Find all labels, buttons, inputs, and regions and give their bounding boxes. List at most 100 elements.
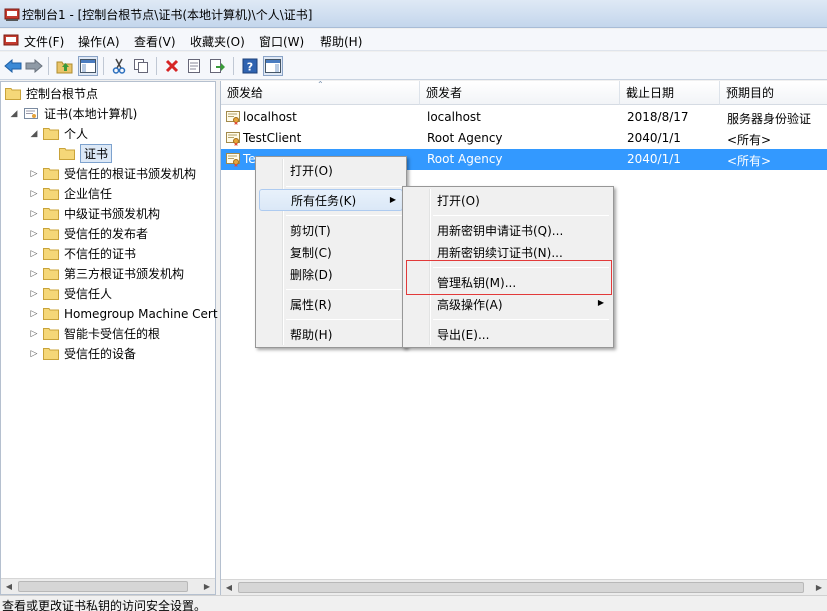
expand-arrow-icon[interactable]: ▷ <box>29 349 39 359</box>
forward-icon[interactable] <box>24 56 44 76</box>
list-horizontal-scrollbar[interactable]: ◀ ▶ <box>221 579 827 595</box>
tree-node-trusted-root-ca[interactable]: ▷ 受信任的根证书颁发机构 <box>29 164 196 183</box>
tree-node-personal[interactable]: ◢ 个人 <box>29 124 88 143</box>
tree-node-third-party-root-ca[interactable]: ▷ 第三方根证书颁发机构 <box>29 264 184 283</box>
cell-issued-by: localhost <box>427 110 481 124</box>
menu-window[interactable]: 窗口(W) <box>259 33 304 50</box>
cell-issued-to: Te <box>243 152 256 166</box>
certificate-row[interactable]: localhost localhost 2018/8/17 服务器身份验证 <box>221 107 827 128</box>
context-menu-delete[interactable]: 删除(D) <box>259 263 403 285</box>
menu-file[interactable]: 文件(F) <box>24 33 64 50</box>
export-icon[interactable] <box>207 56 227 76</box>
submenu-export[interactable]: 导出(E)... <box>406 323 610 345</box>
expand-arrow-icon[interactable]: ▷ <box>29 289 39 299</box>
folder-icon <box>43 268 59 280</box>
tree-horizontal-scrollbar[interactable]: ◀ ▶ <box>1 578 215 594</box>
tree-node-untrusted-certificates[interactable]: ▷ 不信任的证书 <box>29 244 136 263</box>
folder-icon <box>5 88 21 100</box>
menu-action[interactable]: 操作(A) <box>78 33 120 50</box>
toolbar-separator <box>156 57 157 75</box>
cell-issued-to: TestClient <box>243 131 302 145</box>
expand-arrow-icon[interactable]: ▷ <box>29 309 39 319</box>
submenu-request-with-new-key[interactable]: 用新密钥申请证书(Q)... <box>406 219 610 241</box>
collapse-arrow-icon[interactable]: ◢ <box>9 109 19 119</box>
up-folder-icon[interactable] <box>55 56 75 76</box>
show-tree-icon[interactable] <box>78 56 98 76</box>
tree-node-trusted-publishers[interactable]: ▷ 受信任的发布者 <box>29 224 148 243</box>
folder-open-icon <box>43 128 59 140</box>
context-menu-cut[interactable]: 剪切(T) <box>259 219 403 241</box>
tree-node-personal-certificates[interactable]: 证书 <box>59 144 113 163</box>
expand-arrow-icon[interactable]: ▷ <box>29 189 39 199</box>
context-menu: 打开(O) 所有任务(K) ▶ 剪切(T) 复制(C) 删除(D) 属性(R) … <box>255 156 407 348</box>
mmc-menu-icon[interactable] <box>3 32 19 48</box>
tree-node-trusted-devices[interactable]: ▷ 受信任的设备 <box>29 344 136 363</box>
expand-arrow-icon[interactable]: ▷ <box>29 209 39 219</box>
console-tree-pane: 控制台根节点 ◢ 证书(本地计算机) ◢ 个人 证书 ▷ 受信任的根证书颁发机构… <box>0 81 218 595</box>
collapse-arrow-icon[interactable]: ◢ <box>29 129 39 139</box>
column-header-issued-to[interactable]: 颁发给 ⌃ <box>221 80 420 105</box>
scroll-left-icon[interactable]: ◀ <box>1 579 17 594</box>
folder-icon <box>43 208 59 220</box>
expand-arrow-icon[interactable]: ▷ <box>29 329 39 339</box>
action-pane-icon[interactable] <box>263 56 283 76</box>
submenu-arrow-icon: ▶ <box>389 195 396 204</box>
folder-icon <box>43 308 59 320</box>
menu-help[interactable]: 帮助(H) <box>320 33 362 50</box>
context-menu-all-tasks[interactable]: 所有任务(K) ▶ <box>259 189 403 211</box>
cut-icon[interactable] <box>109 56 129 76</box>
tree-node-label: 控制台根节点 <box>26 87 99 101</box>
mmc-app-icon <box>4 8 20 21</box>
scroll-right-icon[interactable]: ▶ <box>199 579 215 594</box>
copy-icon[interactable] <box>131 56 151 76</box>
menu-separator <box>286 319 402 320</box>
menu-favorites[interactable]: 收藏夹(O) <box>190 33 245 50</box>
menu-item-label: 用新密钥申请证书(Q)... <box>437 223 564 238</box>
tree-node-intermediate-ca[interactable]: ▷ 中级证书颁发机构 <box>29 204 160 223</box>
expand-arrow-icon[interactable]: ▷ <box>29 169 39 179</box>
context-menu-copy[interactable]: 复制(C) <box>259 241 403 263</box>
tree-node-enterprise-trust[interactable]: ▷ 企业信任 <box>29 184 112 203</box>
tree-node-label: 证书(本地计算机) <box>44 107 138 121</box>
menu-item-label: 导出(E)... <box>437 327 490 342</box>
context-menu-properties[interactable]: 属性(R) <box>259 293 403 315</box>
expand-arrow-icon[interactable]: ▷ <box>29 269 39 279</box>
column-header-expiration-date[interactable]: 截止日期 <box>620 81 720 105</box>
tree-node-smartcard-trusted-root[interactable]: ▷ 智能卡受信任的根 <box>29 324 160 343</box>
context-menu-open[interactable]: 打开(O) <box>259 159 403 181</box>
expand-arrow-icon[interactable]: ▷ <box>29 229 39 239</box>
scrollbar-thumb[interactable] <box>18 581 188 592</box>
cell-intended-purposes: <所有> <box>727 154 772 168</box>
column-header-issued-by[interactable]: 颁发者 <box>420 81 620 105</box>
scrollbar-thumb[interactable] <box>238 582 804 593</box>
menu-item-label: 剪切(T) <box>290 223 331 238</box>
certificate-row[interactable]: TestClient Root Agency 2040/1/1 <所有> <box>221 128 827 149</box>
column-header-intended-purposes[interactable]: 预期目的 <box>720 81 827 105</box>
submenu-advanced-operations[interactable]: 高级操作(A) ▶ <box>406 293 610 315</box>
menu-view[interactable]: 查看(V) <box>134 33 176 50</box>
cell-intended-purposes: 服务器身份验证 <box>727 112 812 126</box>
expand-arrow-icon[interactable]: ▷ <box>29 249 39 259</box>
scroll-right-icon[interactable]: ▶ <box>811 580 827 595</box>
scroll-left-icon[interactable]: ◀ <box>221 580 237 595</box>
toolbar-separator <box>48 57 49 75</box>
title-bar: 控制台1 - [控制台根节点\证书(本地计算机)\个人\证书] <box>0 0 827 28</box>
submenu-open[interactable]: 打开(O) <box>406 189 610 211</box>
column-header-label: 颁发者 <box>426 86 463 100</box>
cell-expiration-date: 2018/8/17 <box>627 110 689 124</box>
tree-node-homegroup-machine-cert[interactable]: ▷ Homegroup Machine Cert <box>29 304 218 323</box>
tree-node-label: 不信任的证书 <box>64 247 137 261</box>
tree-node-certificates-local[interactable]: ◢ 证书(本地计算机) <box>9 104 138 123</box>
help-icon[interactable]: ? <box>240 56 260 76</box>
toolbar-separator <box>233 57 234 75</box>
cell-issued-by: Root Agency <box>427 131 503 145</box>
highlight-annotation-box <box>406 260 612 295</box>
back-icon[interactable] <box>3 56 23 76</box>
context-menu-help[interactable]: 帮助(H) <box>259 323 403 345</box>
status-text: 查看或更改证书私钥的访问安全设置。 <box>2 599 207 611</box>
properties-icon[interactable] <box>184 56 204 76</box>
tree-node-trusted-people[interactable]: ▷ 受信任人 <box>29 284 112 303</box>
menu-separator <box>286 215 402 216</box>
delete-icon[interactable] <box>162 56 182 76</box>
tree-node-console-root[interactable]: 控制台根节点 <box>5 84 98 103</box>
